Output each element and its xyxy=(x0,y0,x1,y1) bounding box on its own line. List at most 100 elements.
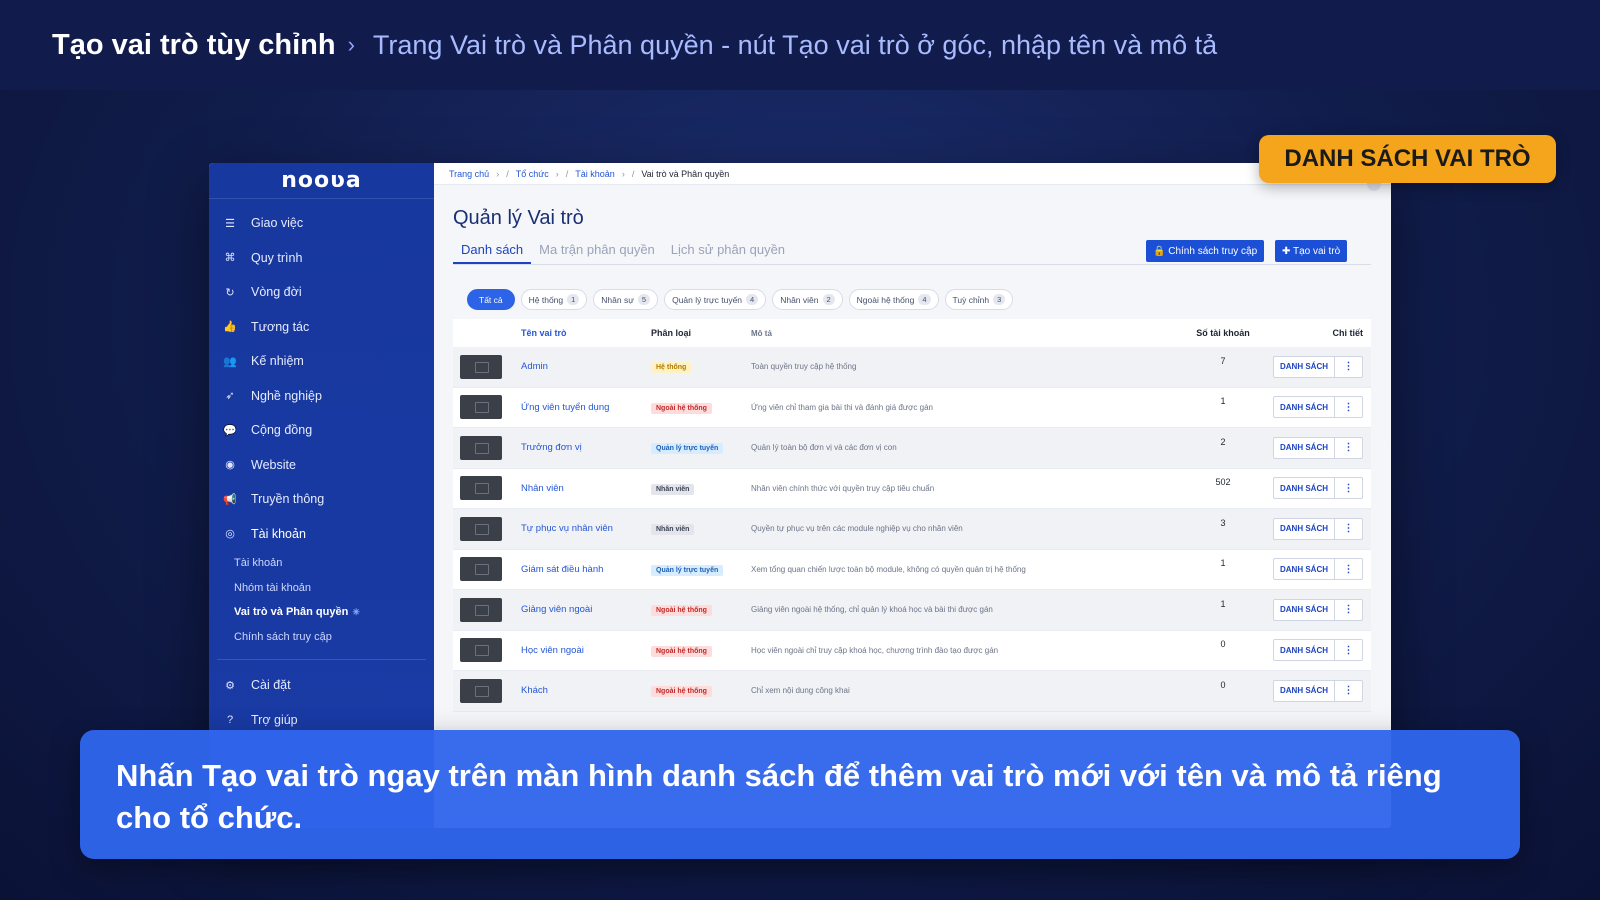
list-button[interactable]: DANH SÁCH xyxy=(1273,598,1335,621)
account-count: 502 xyxy=(1215,477,1231,488)
account-count: 2 xyxy=(1220,436,1226,447)
role-name-link[interactable]: Nhân viên xyxy=(521,483,651,494)
list-button[interactable]: DANH SÁCH xyxy=(1273,355,1335,378)
account-count: 0 xyxy=(1220,679,1226,690)
breadcrumb-separator: / xyxy=(506,168,509,179)
sidebar: nooʋa ☰ Giao việc ⌘ Quy trình ↻ Vòng đời 👍 Tươn… xyxy=(209,163,434,828)
role-name-link[interactable]: Tự phục vụ nhân viên xyxy=(521,523,651,534)
sidebar-item[interactable]: ➶ Nghề nghiệp xyxy=(209,379,434,414)
tab-item[interactable]: Danh sách xyxy=(453,238,532,264)
category-badge: Hệ thống xyxy=(651,362,692,374)
sidebar-subitem[interactable]: Chính sách truy cập xyxy=(234,625,434,650)
filter-chip[interactable]: Tất cả xyxy=(467,289,515,310)
list-button[interactable]: DANH SÁCH xyxy=(1273,396,1335,419)
more-options-icon[interactable]: ⋮ xyxy=(1335,355,1363,378)
sidebar-item[interactable]: 📢 Truyền thông xyxy=(209,482,434,517)
list-button[interactable]: DANH SÁCH xyxy=(1273,639,1335,662)
tab-item[interactable]: Lịch sử phân quyền xyxy=(663,238,793,264)
table-row: Khách Ngoài hệ thống Chỉ xem nội dung công… xyxy=(453,671,1371,712)
role-category-cell: Nhân viên xyxy=(651,483,751,495)
sidebar-item[interactable]: ⌘ Quy trình xyxy=(209,241,434,276)
role-description: Chỉ xem nội dung công khai xyxy=(751,686,850,696)
access-policy-button[interactable]: 🔒 Chính sách truy cập xyxy=(1146,240,1265,262)
sidebar-nav: ☰ Giao việc ⌘ Quy trình ↻ Vòng đời 👍 Tương tác 👥… xyxy=(209,199,434,551)
sidebar-item[interactable]: ◉ Website xyxy=(209,448,434,483)
role-name-link[interactable]: Học viên ngoài xyxy=(521,645,651,656)
more-options-icon[interactable]: ⋮ xyxy=(1335,517,1363,540)
sidebar-item-label: Kế nhiệm xyxy=(251,354,304,369)
table-row: Trưởng đơn vị Quản lý trực tuyến Quản lý t… xyxy=(453,428,1371,469)
role-name-link[interactable]: Giám sát điều hành xyxy=(521,564,651,575)
column-header: Tên vai trò xyxy=(521,328,567,338)
sidebar-divider xyxy=(217,659,426,660)
sidebar-subitem[interactable]: Vai trò và Phân quyền ✳ xyxy=(234,600,434,625)
breadcrumb-item[interactable]: Trang chủ xyxy=(449,169,489,179)
account-count: 0 xyxy=(1220,639,1226,650)
sidebar-item[interactable]: ☰ Giao việc xyxy=(209,206,434,241)
breadcrumb-item[interactable]: Tài khoản xyxy=(575,169,615,179)
breadcrumb-item[interactable]: Tổ chức xyxy=(516,169,549,179)
table-row: Giám sát điều hành Quản lý trực tuyến Xem … xyxy=(453,549,1371,590)
role-name-link[interactable]: Khách xyxy=(521,685,651,696)
sidebar-item-label: Vòng đời xyxy=(251,285,302,300)
more-options-icon[interactable]: ⋮ xyxy=(1335,639,1363,662)
role-thumbnail-cell xyxy=(453,557,521,582)
app-logo[interactable]: nooʋa xyxy=(209,163,434,199)
role-name-link[interactable]: Giảng viên ngoài xyxy=(521,604,651,615)
more-options-icon[interactable]: ⋮ xyxy=(1335,436,1363,459)
row-actions: DANH SÁCH ⋮ xyxy=(1273,558,1371,581)
sidebar-item[interactable]: ◎ Tài khoản xyxy=(209,517,434,552)
sidebar-item[interactable]: 💬 Cộng đồng xyxy=(209,413,434,448)
sidebar-item-label: Cài đặt xyxy=(251,678,291,693)
more-options-icon[interactable]: ⋮ xyxy=(1335,558,1363,581)
table-header: Tên vai trò Phân loại Mô tả Số tài khoản Chi… xyxy=(453,319,1371,347)
column-header: Số tài khoản xyxy=(1196,328,1250,338)
more-options-icon[interactable]: ⋮ xyxy=(1335,477,1363,500)
role-name-link[interactable]: Admin xyxy=(521,361,651,372)
sidebar-item[interactable]: 👍 Tương tác xyxy=(209,310,434,345)
list-button[interactable]: DANH SÁCH xyxy=(1273,477,1335,500)
create-role-button[interactable]: ✚ Tạo vai trò xyxy=(1275,240,1348,262)
row-actions: DANH SÁCH ⋮ xyxy=(1273,477,1371,500)
sidebar-item-label: Tương tác xyxy=(251,319,310,334)
sidebar-item-label: Truyền thông xyxy=(251,492,325,507)
role-description: Nhân viên chính thức với quyền truy cập … xyxy=(751,483,935,493)
role-description: Học viên ngoài chỉ truy cập khoá học, ch… xyxy=(751,645,999,655)
column-header: Phân loại xyxy=(651,328,692,338)
filter-chip[interactable]: Hệ thống 1 xyxy=(520,289,588,310)
gear-icon: ⚙ xyxy=(225,679,235,692)
sidebar-item[interactable]: ⚙ Cài đặt xyxy=(209,668,434,703)
filter-chip[interactable]: Nhân viên 2 xyxy=(772,289,843,310)
rocket-icon: ➶ xyxy=(225,390,235,403)
role-name-link[interactable]: Ứng viên tuyển dụng xyxy=(521,402,651,413)
list-button[interactable]: DANH SÁCH xyxy=(1273,436,1335,459)
more-options-icon[interactable]: ⋮ xyxy=(1335,679,1363,702)
sidebar-subitem-label: Nhóm tài khoản xyxy=(234,581,312,594)
filter-chip-count: 5 xyxy=(637,294,651,305)
category-badge: Ngoài hệ thống xyxy=(651,645,712,657)
list-button[interactable]: DANH SÁCH xyxy=(1273,517,1335,540)
section-tag: DANH SÁCH VAI TRÒ xyxy=(1259,135,1556,183)
caption-box: Nhấn Tạo vai trò ngay trên màn hình danh… xyxy=(80,730,1520,859)
category-badge: Nhân viên xyxy=(651,483,695,495)
image-placeholder-icon xyxy=(460,557,502,582)
sidebar-item[interactable]: 👥 Kế nhiệm xyxy=(209,344,434,379)
sidebar-item-label: Quy trình xyxy=(251,250,303,265)
list-button[interactable]: DANH SÁCH xyxy=(1273,679,1335,702)
column-header: Mô tả xyxy=(751,328,772,338)
tab-item[interactable]: Ma trận phân quyền xyxy=(531,238,663,264)
more-options-icon[interactable]: ⋮ xyxy=(1335,598,1363,621)
role-thumbnail-cell xyxy=(453,395,521,420)
filter-chip-label: Nhân sự xyxy=(601,294,634,305)
filter-chip[interactable]: Tuỳ chỉnh 3 xyxy=(944,289,1014,310)
sidebar-subitem[interactable]: Tài khoản xyxy=(234,551,434,576)
header-subtitle: Trang Vai trò và Phân quyền - nút Tạo va… xyxy=(372,29,1218,60)
list-button[interactable]: DANH SÁCH xyxy=(1273,558,1335,581)
sidebar-item[interactable]: ↻ Vòng đời xyxy=(209,275,434,310)
filter-chip[interactable]: Ngoài hệ thống 4 xyxy=(848,289,939,310)
more-options-icon[interactable]: ⋮ xyxy=(1335,396,1363,419)
filter-chip[interactable]: Quản lý trực tuyến 4 xyxy=(664,289,767,310)
sidebar-subitem[interactable]: Nhóm tài khoản xyxy=(234,576,434,601)
filter-chip[interactable]: Nhân sự 5 xyxy=(593,289,659,310)
role-name-link[interactable]: Trưởng đơn vị xyxy=(521,442,651,453)
